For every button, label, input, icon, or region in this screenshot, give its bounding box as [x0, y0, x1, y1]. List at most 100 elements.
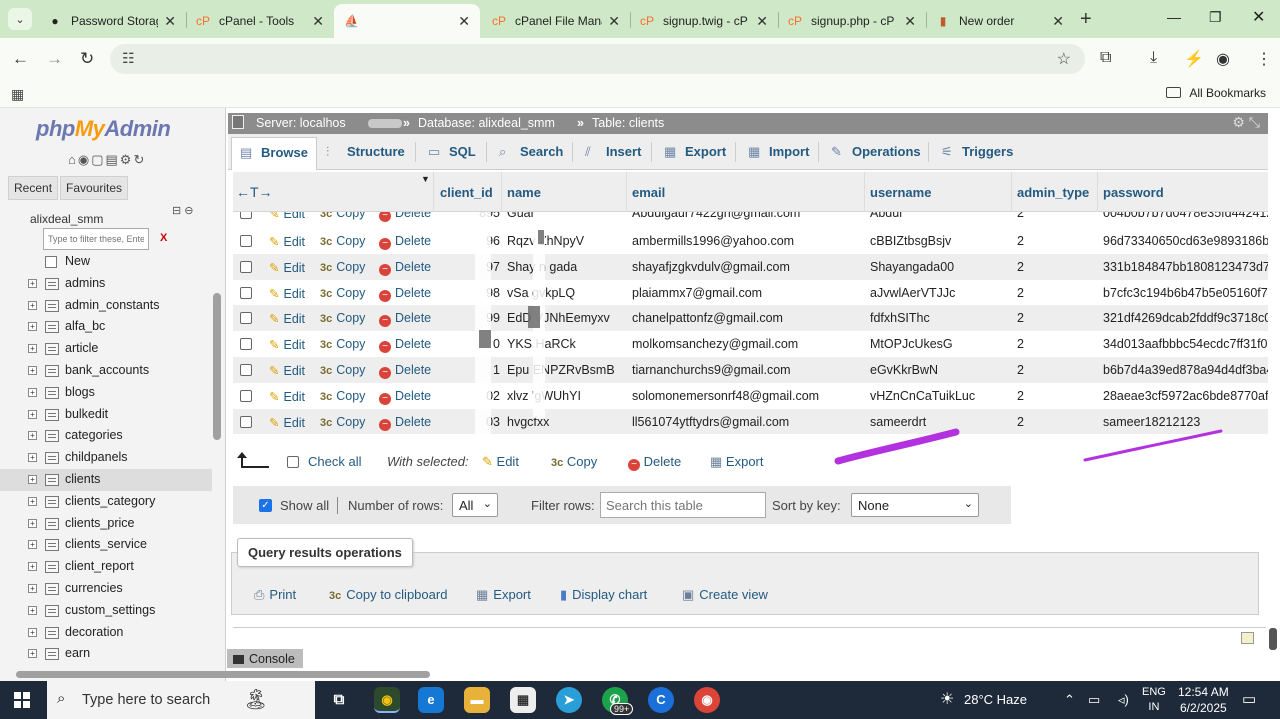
tab-triggers[interactable]: ⚟ Triggers: [933, 137, 1021, 170]
tree-item-article[interactable]: + article: [0, 338, 212, 360]
row-copy-button[interactable]: 3c Copy: [320, 212, 365, 220]
column-header-password[interactable]: password: [1103, 185, 1164, 200]
chrome-profile-icon[interactable]: ◉: [694, 687, 720, 713]
create-view-button[interactable]: ▣ Create view: [682, 587, 768, 603]
expand-icon[interactable]: +: [28, 496, 37, 506]
close-tab-icon[interactable]: ✕: [608, 13, 620, 30]
tree-item-clients[interactable]: + clients: [0, 468, 212, 491]
row-delete-button[interactable]: − Delete: [379, 363, 431, 379]
row-copy-button[interactable]: 3c Copy: [320, 389, 365, 403]
task-view-icon[interactable]: ⧉: [326, 687, 352, 713]
tab-sql[interactable]: ▭ SQL: [420, 137, 484, 170]
browser-tab-new-order[interactable]: ▮ New order ✕: [926, 4, 1074, 38]
browser-tab-cpanel-file-manager[interactable]: cP cPanel File Mana ✕: [482, 4, 630, 38]
sort-by-key-select[interactable]: None ⌄: [851, 493, 979, 517]
bulk-delete-button[interactable]: − Delete: [628, 454, 681, 471]
address-bar[interactable]: ☷ ☆: [110, 44, 1085, 74]
column-header-email[interactable]: email: [632, 185, 665, 200]
row-checkbox[interactable]: [240, 286, 252, 299]
row-edit-button[interactable]: ✎ Edit: [269, 286, 305, 301]
expand-icon[interactable]: +: [28, 300, 37, 310]
extensions-icon[interactable]: ⧉: [1100, 49, 1111, 67]
file-explorer-icon[interactable]: ▬: [464, 687, 490, 713]
column-header-username[interactable]: username: [870, 185, 931, 200]
export-button[interactable]: ▦ Export: [476, 587, 531, 603]
table-row[interactable]: ✎ Edit 3c Copy − Delete 02 xlvz 'gWUhYI solomone…: [233, 382, 1268, 409]
row-checkbox[interactable]: [240, 235, 252, 247]
row-edit-button[interactable]: ✎ Edit: [269, 234, 305, 249]
tree-item-custom-settings[interactable]: + custom_settings: [0, 600, 212, 622]
expand-icon[interactable]: +: [28, 649, 37, 659]
tab-recent[interactable]: Recent: [8, 176, 59, 200]
tree-item-categories[interactable]: + categories: [0, 425, 212, 447]
column-header-client-id[interactable]: client_id: [440, 185, 493, 200]
row-delete-button[interactable]: − Delete: [379, 311, 431, 328]
expand-icon[interactable]: +: [28, 431, 37, 441]
more-menu-icon[interactable]: ⋮: [1256, 49, 1272, 69]
performance-icon[interactable]: ⚡: [1184, 49, 1204, 69]
expand-icon[interactable]: +: [28, 627, 37, 637]
breadcrumb-server[interactable]: Server: localhos: [256, 116, 346, 130]
logout-icon[interactable]: ◉: [78, 152, 91, 167]
row-copy-button[interactable]: 3c Copy: [320, 311, 365, 325]
row-copy-button[interactable]: 3c Copy: [320, 363, 365, 377]
expand-icon[interactable]: +: [28, 540, 37, 550]
tree-item-clients-service[interactable]: + clients_service: [0, 534, 212, 556]
breadcrumb-table[interactable]: Table: clients: [592, 116, 664, 130]
tree-item-clients-category[interactable]: + clients_category: [0, 491, 212, 513]
row-edit-button[interactable]: ✎ Edit: [269, 212, 305, 221]
bulk-export-button[interactable]: ▦ Export: [710, 454, 764, 470]
all-bookmarks-button[interactable]: All Bookmarks: [1166, 86, 1266, 100]
minimize-button[interactable]: —: [1167, 9, 1181, 25]
back-icon[interactable]: ←: [12, 49, 29, 69]
row-copy-button[interactable]: 3c Copy: [320, 234, 365, 248]
new-tab-button[interactable]: +: [1080, 8, 1092, 31]
collapse-nav-icon[interactable]: [232, 115, 244, 129]
check-all-checkbox[interactable]: [287, 456, 299, 468]
bookmark-star-icon[interactable]: ☆: [1057, 49, 1071, 69]
network-icon[interactable]: ▭: [1088, 692, 1100, 708]
tree-item-blogs[interactable]: + blogs: [0, 382, 212, 404]
windows-start-icon[interactable]: [14, 692, 30, 708]
tray-chevron-icon[interactable]: ⌃: [1064, 692, 1075, 708]
table-row[interactable]: ✎ Edit 3c Copy − Delete 99 EdD VJNhEemyxv chanel…: [233, 305, 1268, 332]
tree-item-currencies[interactable]: + currencies: [0, 578, 212, 600]
browser-tab-signup-twig[interactable]: cP signup.twig - cP ✕: [630, 4, 778, 38]
edge-icon[interactable]: e: [418, 687, 444, 713]
tree-item-bank-accounts[interactable]: + bank_accounts: [0, 360, 212, 382]
avatar[interactable]: ◉: [1216, 49, 1230, 69]
tree-item-bulkedit[interactable]: + bulkedit: [0, 404, 212, 426]
table-row[interactable]: ✎Edit3cCopy−Delete97Shay n gadashayafjzg…: [233, 253, 1268, 280]
tree-item-clients-price[interactable]: + clients_price: [0, 513, 212, 535]
check-all-link[interactable]: Check all: [308, 454, 361, 469]
table-row[interactable]: ✎ Edit 3c Copy − Delete 96 Rqzv ZhNpyV ambermill…: [233, 228, 1268, 254]
column-resize-icon[interactable]: ←T→: [236, 184, 273, 200]
volume-icon[interactable]: ◃): [1118, 692, 1129, 708]
clock[interactable]: 12:54 AM 6/2/2025: [1178, 684, 1229, 716]
notifications-icon[interactable]: ▭: [1242, 690, 1256, 708]
expand-icon[interactable]: +: [28, 344, 37, 354]
console-toggle[interactable]: Console: [227, 649, 303, 668]
close-tab-icon[interactable]: ✕: [164, 13, 176, 30]
row-edit-button[interactable]: ✎ Edit: [269, 311, 305, 326]
row-edit-button[interactable]: ✎ Edit: [269, 260, 305, 275]
settings-gear-icon[interactable]: ⚙ ⤡: [1232, 114, 1260, 131]
browser-tab-password-storage[interactable]: ● Password Storag ✕: [38, 4, 186, 38]
row-checkbox[interactable]: [240, 212, 252, 219]
row-edit-button[interactable]: ✎ Edit: [269, 363, 305, 378]
row-delete-button[interactable]: − Delete: [379, 389, 431, 405]
row-checkbox[interactable]: [240, 415, 252, 428]
row-copy-button[interactable]: 3c Copy: [320, 286, 365, 300]
close-tab-icon[interactable]: ✕: [904, 13, 916, 30]
telegram-icon[interactable]: ➤: [556, 687, 582, 713]
close-tab-icon[interactable]: ✕: [1052, 13, 1064, 30]
row-delete-button[interactable]: − Delete: [379, 234, 431, 250]
expand-icon[interactable]: +: [28, 518, 37, 528]
main-scrollbar[interactable]: [1269, 628, 1277, 650]
expand-icon[interactable]: +: [28, 278, 37, 288]
expand-icon[interactable]: +: [28, 474, 37, 484]
phpmyadmin-logo[interactable]: phpMyAdmin: [36, 116, 171, 142]
close-tab-icon[interactable]: ✕: [312, 13, 324, 30]
row-copy-button[interactable]: 3c Copy: [320, 260, 365, 274]
expand-icon[interactable]: +: [28, 453, 37, 463]
